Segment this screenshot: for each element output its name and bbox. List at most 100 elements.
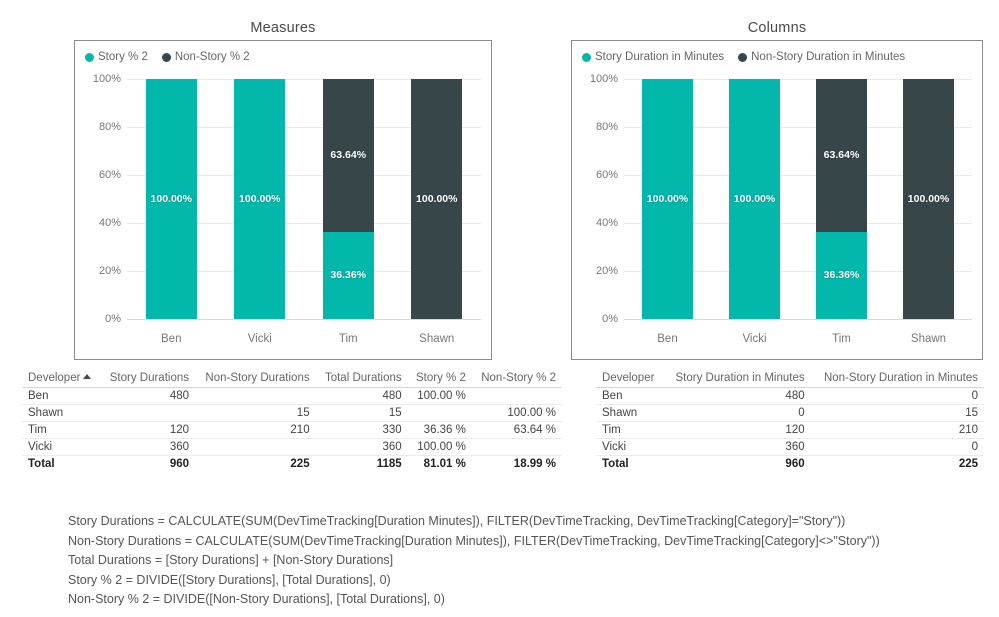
table-cell: 0 <box>810 438 984 456</box>
table-cell <box>471 387 562 405</box>
column-header[interactable]: Non-Story Duration in Minutes <box>810 370 984 388</box>
bar-stack: 63.64% 36.36% <box>816 79 867 319</box>
chart-legend-columns: Story Duration in Minutes Non-Story Dura… <box>582 51 905 63</box>
x-axis-label[interactable]: Ben <box>127 333 216 345</box>
table-total-cell: 225 <box>810 455 984 472</box>
legend-item-story[interactable]: Story % 2 <box>85 51 148 63</box>
x-axis-label[interactable]: Tim <box>304 333 393 345</box>
table-cell: 0 <box>663 404 811 422</box>
table-cell: 0 <box>810 387 984 405</box>
legend-item-non-story[interactable]: Non-Story % 2 <box>161 51 250 63</box>
table-row[interactable]: Ben 480 480 100.00 % <box>22 387 562 405</box>
table-cell: 100.00 % <box>407 387 472 405</box>
chart-columns[interactable]: Story Duration in Minutes Non-Story Dura… <box>571 40 983 360</box>
bar-value-label: 100.00% <box>239 193 281 205</box>
y-axis-tick: 20% <box>98 265 121 277</box>
bar-stack: 100.00% <box>145 79 197 319</box>
bar-column[interactable]: 100.00% <box>711 79 798 319</box>
column-header[interactable]: Non-Story Durations <box>195 370 316 388</box>
dax-formula-line: Story Durations = CALCULATE(SUM(DevTimeT… <box>68 514 846 528</box>
legend-label-story-duration: Story Duration in Minutes <box>595 51 725 63</box>
table-row[interactable]: Shawn 15 15 100.00 % <box>22 404 562 422</box>
legend-dot-story-icon <box>85 52 94 62</box>
x-axis-label[interactable]: Tim <box>798 333 885 345</box>
y-axis-columns: 0% 20% 40% 60% 80% 100% <box>580 73 624 325</box>
bar-column[interactable]: 63.64% 36.36% <box>304 79 393 319</box>
y-axis-tick: 60% <box>595 169 618 181</box>
table-total-cell: 1185 <box>315 455 408 472</box>
column-header[interactable]: Developer <box>22 370 101 388</box>
table-row[interactable]: Tim 120 210 330 36.36 % 63.64 % <box>22 421 562 439</box>
table-cell: 360 <box>663 438 811 456</box>
table-cell: 120 <box>663 421 811 439</box>
bar-column[interactable]: 63.64% 36.36% <box>798 79 885 319</box>
table-cell <box>195 387 316 405</box>
y-axis-measures: 0% 20% 40% 60% 80% 100% <box>83 73 127 325</box>
bar-segment[interactable]: 100.00% <box>234 79 286 319</box>
table-total-cell: 225 <box>195 455 316 472</box>
bar-column[interactable]: 100.00% <box>624 79 711 319</box>
chart-measures[interactable]: Story % 2 Non-Story % 2 0% 20% 40% 60% 80% 10… <box>74 40 492 360</box>
bar-column[interactable]: 100.00% <box>127 79 216 319</box>
y-axis-tick: 100% <box>589 73 618 85</box>
table-cell <box>100 404 195 422</box>
table-total-cell: 81.01 % <box>407 455 472 472</box>
table-total-cell: 960 <box>100 455 195 472</box>
table-cell: Vicki <box>596 438 664 456</box>
column-header[interactable]: Story Duration in Minutes <box>663 370 811 388</box>
table-cell: 100.00 % <box>471 404 562 422</box>
table-cell: 15 <box>315 404 408 422</box>
bar-column[interactable]: 100.00% <box>885 79 972 319</box>
table-cell: 210 <box>195 421 316 439</box>
table-row[interactable]: Ben 480 0 <box>596 387 984 405</box>
table-header-row: Developer Story Durations Non-Story Durati… <box>22 370 562 388</box>
column-header[interactable]: Story Durations <box>100 370 195 388</box>
bar-column[interactable]: 100.00% <box>216 79 305 319</box>
table-total-cell: Total <box>22 455 101 472</box>
table-cell: Ben <box>22 387 101 405</box>
table-cell <box>471 438 562 456</box>
columns-table[interactable]: Developer Story Duration in Minutes Non-St… <box>596 370 984 472</box>
measures-table[interactable]: Developer Story Durations Non-Story Durati… <box>22 370 562 472</box>
column-header[interactable]: Total Durations <box>315 370 408 388</box>
table-row[interactable]: Vicki 360 0 <box>596 438 984 456</box>
bar-series-columns: 100.00% 100.00% 63.64% 36.36% 100.00% <box>624 79 972 319</box>
x-axis-label[interactable]: Vicki <box>711 333 798 345</box>
y-axis-tick: 0% <box>105 313 121 325</box>
report-page: Measures Story % 2 Non-Story % 2 0% 20% 40… <box>0 0 999 617</box>
x-axis-label[interactable]: Shawn <box>393 333 482 345</box>
x-axis-label[interactable]: Ben <box>624 333 711 345</box>
column-header[interactable]: Non-Story % 2 <box>471 370 562 388</box>
table-cell: 480 <box>663 387 811 405</box>
y-axis-tick: 40% <box>98 217 121 229</box>
measures-table: Developer Story Durations Non-Story Durati… <box>22 370 562 472</box>
dax-formula-list: Story Durations = CALCULATE(SUM(DevTimeT… <box>68 512 880 610</box>
x-axis-label[interactable]: Shawn <box>885 333 972 345</box>
column-header[interactable]: Story % 2 <box>407 370 472 388</box>
table-row[interactable]: Vicki 360 360 100.00 % <box>22 438 562 456</box>
bar-segment[interactable]: 100.00% <box>729 79 780 319</box>
bar-segment[interactable]: 100.00% <box>903 79 954 319</box>
column-header[interactable]: Developer <box>596 370 664 388</box>
bar-segment[interactable]: 63.64% <box>322 79 374 232</box>
table-cell: 360 <box>100 438 195 456</box>
chart-legend-measures: Story % 2 Non-Story % 2 <box>85 51 250 63</box>
bar-segment[interactable]: 100.00% <box>411 79 463 319</box>
bar-segment[interactable]: 63.64% <box>816 79 867 232</box>
table-row[interactable]: Tim 120 210 <box>596 421 984 439</box>
bar-value-label: 36.36% <box>823 269 860 282</box>
table-cell <box>195 438 316 456</box>
bar-segment[interactable]: 100.00% <box>642 79 693 319</box>
bar-segment[interactable]: 36.36% <box>816 231 867 319</box>
bar-segment[interactable]: 100.00% <box>145 79 197 319</box>
bar-stack: 100.00% <box>903 79 954 319</box>
table-total-cell: 18.99 % <box>471 455 562 472</box>
legend-item-story-duration[interactable]: Story Duration in Minutes <box>582 51 724 63</box>
table-row[interactable]: Shawn 0 15 <box>596 404 984 422</box>
plot-area-measures: 0% 20% 40% 60% 80% 100% 100.00% 100.00% 63.64% 3… <box>83 73 482 351</box>
legend-item-non-story-duration[interactable]: Non-Story Duration in Minutes <box>738 51 905 63</box>
bar-segment[interactable]: 36.36% <box>322 231 374 319</box>
legend-dot-non-story-icon <box>738 52 748 62</box>
x-axis-label[interactable]: Vicki <box>216 333 305 345</box>
bar-column[interactable]: 100.00% <box>393 79 482 319</box>
